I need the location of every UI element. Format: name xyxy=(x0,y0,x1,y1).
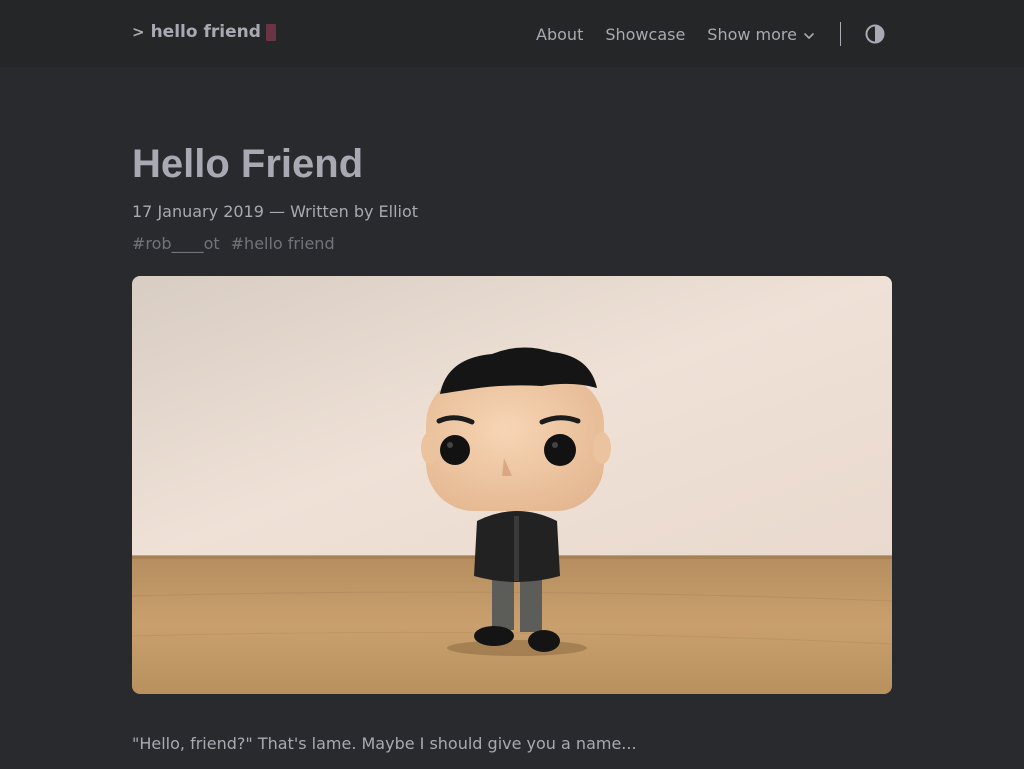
post: Hello Friend 17 January 2019 — Written b… xyxy=(132,140,892,769)
nav-item-show-more-label: Show more xyxy=(707,24,797,44)
site-logo[interactable]: > hello friend xyxy=(132,22,276,42)
site-header: > hello friend About Showcase Show more xyxy=(0,0,1024,67)
nav-divider xyxy=(840,22,841,46)
theme-toggle-button[interactable] xyxy=(865,24,885,44)
nav-item-show-more[interactable]: Show more xyxy=(707,25,814,44)
contrast-icon xyxy=(865,24,885,44)
nav-item-showcase[interactable]: Showcase xyxy=(605,25,685,44)
nav-item-about[interactable]: About xyxy=(536,25,583,44)
cursor-icon xyxy=(265,23,276,41)
chevron-down-icon xyxy=(804,24,814,43)
tag-link-hello-friend[interactable]: #hello friend xyxy=(231,234,335,253)
post-intro: "Hello, friend?" That's lame. Maybe I sh… xyxy=(132,734,637,753)
cover-image xyxy=(132,276,892,694)
post-meta: 17 January 2019 — Written by Elliot xyxy=(132,202,419,221)
prompt-icon: > xyxy=(132,23,145,41)
logo-text: hello friend xyxy=(150,22,261,42)
tag-link-robot[interactable]: #rob____ot xyxy=(132,234,220,253)
main-nav: About Showcase Show more xyxy=(514,22,885,46)
post-title: Hello Friend xyxy=(132,142,364,186)
post-tags: #rob____ot #hello friend xyxy=(132,234,892,253)
